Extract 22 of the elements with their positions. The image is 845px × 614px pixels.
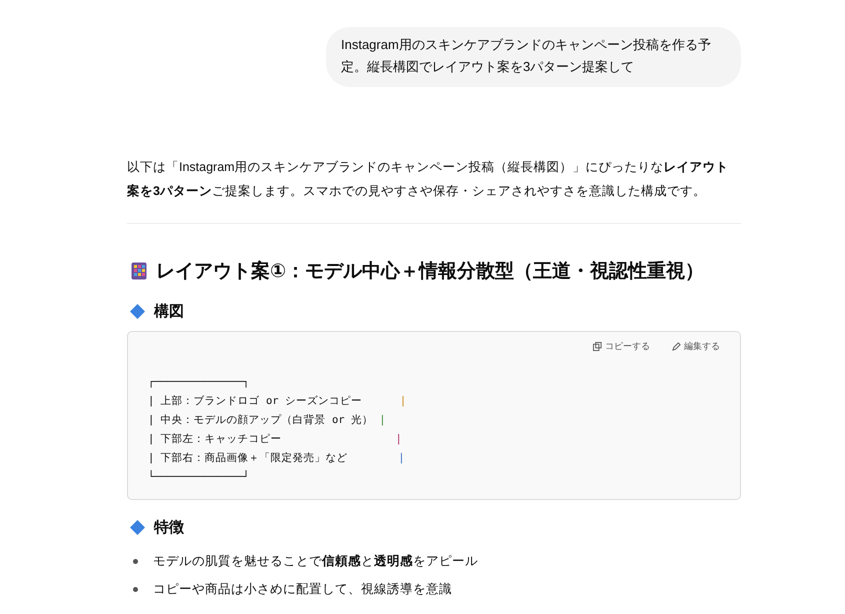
bullet-icon [133,586,138,592]
bullet-icon [133,558,138,564]
code-line: | 中央：モデルの顔アップ（白背景 or 光） | [148,413,387,428]
code-line: | 下部右：商品画像＋「限定発売」など | [148,451,406,466]
subsection-heading: 特徴 [154,518,184,537]
code-line: | 下部左：キャッチコピー | [148,432,403,447]
edit-button[interactable]: 編集する [672,340,720,353]
copy-icon [593,342,602,351]
diamond-icon [130,520,145,535]
code-line: ┌──────────────┐ [148,375,250,390]
copy-button[interactable]: コピーする [593,340,650,353]
code-line: | 上部：ブランドロゴ or シーズンコピー | [148,394,408,409]
bullet-text: コピーや商品は小さめに配置して、視線誘導を意識 [153,580,452,598]
bullet-text: モデルの肌質を魅せることで信頼感と透明感をアピール [153,552,478,570]
diamond-icon [130,304,145,319]
keypad-icon [131,262,147,280]
intro-paragraph: 以下は「Instagram用のスキンケアブランドのキャンペーン投稿（縦長構図）」にぴったりなレイアウト案を3パターンご提案します。スマホでの見やすさや保存・シェアされやすさを意識した構成です。 [127,159,730,200]
user-message: Instagram用のスキンケアブランドのキャンペーン投稿を作る予定。縦長構図でレイアウト案を3パターン提案して [326,27,741,87]
section-heading: レイアウト案①：モデル中心＋情報分散型（王道・視認性重視） [156,259,704,284]
pencil-icon [672,342,681,351]
subsection-heading: 構図 [154,302,184,321]
code-line: └──────────────┘ [148,469,250,485]
